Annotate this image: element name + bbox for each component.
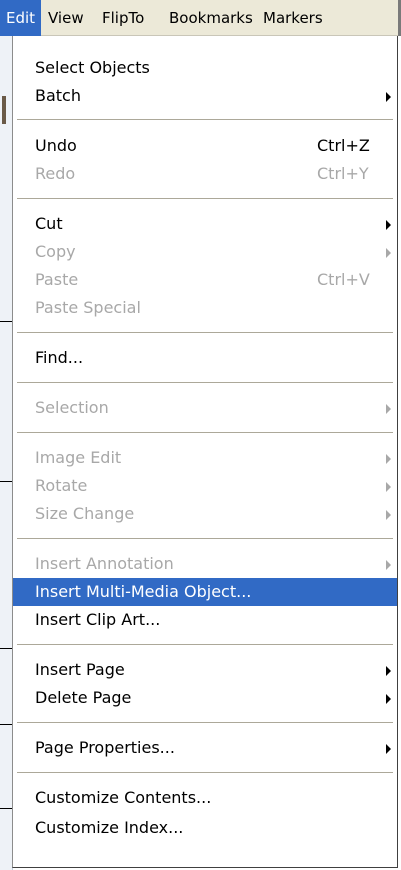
menu-item-label: Size Change (35, 504, 135, 523)
menu-item-label: Insert Annotation (35, 554, 174, 573)
background-tick (0, 808, 12, 809)
menu-item-cut[interactable]: Cut (13, 210, 397, 238)
menu-item-label: Insert Clip Art... (35, 610, 161, 629)
submenu-arrow-icon (386, 744, 391, 754)
menu-item-label: Insert Multi-Media Object... (35, 582, 252, 601)
menu-item-label: Find... (35, 348, 84, 367)
menu-item-rotate[interactable]: Rotate (13, 472, 397, 500)
menu-separator (17, 644, 393, 646)
menu-separator (17, 332, 393, 334)
menu-item-label: Rotate (35, 476, 88, 495)
background-mark (2, 96, 6, 124)
menu-item-image-edit[interactable]: Image Edit (13, 444, 397, 472)
menu-edit[interactable]: Edit (0, 0, 42, 36)
menu-item-label: Paste Special (35, 298, 141, 317)
menu-item-customize-index[interactable]: Customize Index... (13, 814, 397, 842)
menu-item-label: Page Properties... (35, 738, 175, 757)
menu-item-label: Delete Page (35, 688, 132, 707)
submenu-arrow-icon (386, 560, 391, 570)
menu-separator (17, 198, 393, 200)
menu-item-delete-page[interactable]: Delete Page (13, 684, 397, 712)
menu-flipto[interactable]: FlipTo (96, 0, 150, 36)
menu-item-find[interactable]: Find... (13, 344, 397, 372)
menu-bookmarks[interactable]: Bookmarks (163, 0, 259, 36)
submenu-arrow-icon (386, 454, 391, 464)
menu-separator (17, 772, 393, 774)
menu-item-selection[interactable]: Selection (13, 394, 397, 422)
edit-dropdown-menu: Select Objects Batch Undo Ctrl+Z Redo Ct… (12, 36, 398, 868)
menu-separator (17, 722, 393, 724)
background-tick (0, 724, 12, 725)
menu-item-insert-page[interactable]: Insert Page (13, 656, 397, 684)
submenu-arrow-icon (386, 404, 391, 414)
menu-view[interactable]: View (42, 0, 90, 36)
menu-item-label: Copy (35, 242, 76, 261)
background-tick (0, 321, 12, 322)
menu-item-label: Customize Contents... (35, 788, 212, 807)
submenu-arrow-icon (386, 220, 391, 230)
menu-item-insert-clip-art[interactable]: Insert Clip Art... (13, 606, 397, 634)
menu-item-insert-multimedia[interactable]: Insert Multi-Media Object... (13, 578, 397, 606)
menu-item-customize-contents[interactable]: Customize Contents... (13, 784, 397, 812)
menu-item-label: Cut (35, 214, 63, 233)
menu-item-label: Redo (35, 164, 76, 183)
menu-item-label: Batch (35, 86, 81, 105)
menu-separator (17, 432, 393, 434)
menu-item-insert-annotation[interactable]: Insert Annotation (13, 550, 397, 578)
submenu-arrow-icon (386, 92, 391, 102)
menu-item-label: Selection (35, 398, 109, 417)
menu-item-label: Select Objects (35, 58, 150, 77)
menu-item-label: Paste (35, 270, 79, 289)
menu-item-label: Undo (35, 136, 77, 155)
menu-item-batch[interactable]: Batch (13, 82, 397, 110)
menu-item-redo[interactable]: Redo Ctrl+Y (13, 160, 397, 188)
menu-item-page-properties[interactable]: Page Properties... (13, 734, 397, 762)
menu-item-undo[interactable]: Undo Ctrl+Z (13, 132, 397, 160)
submenu-arrow-icon (386, 694, 391, 704)
menu-item-shortcut: Ctrl+V (317, 270, 370, 289)
background-tick (0, 481, 12, 482)
menu-separator (17, 119, 393, 121)
menu-item-paste[interactable]: Paste Ctrl+V (13, 266, 397, 294)
menu-markers[interactable]: Markers (257, 0, 329, 36)
menu-item-size-change[interactable]: Size Change (13, 500, 397, 528)
menu-item-copy[interactable]: Copy (13, 238, 397, 266)
menu-item-shortcut: Ctrl+Y (317, 164, 369, 183)
submenu-arrow-icon (386, 666, 391, 676)
menu-separator (17, 382, 393, 384)
background-tick (0, 648, 12, 649)
menu-separator (17, 538, 393, 540)
menu-item-select-objects[interactable]: Select Objects (13, 54, 397, 82)
menu-item-label: Customize Index... (35, 818, 184, 837)
menu-item-label: Insert Page (35, 660, 125, 679)
menu-item-paste-special[interactable]: Paste Special (13, 294, 397, 322)
menu-item-label: Image Edit (35, 448, 122, 467)
submenu-arrow-icon (386, 248, 391, 258)
menu-bar: Edit View FlipTo Bookmarks Markers (0, 0, 401, 36)
menu-item-shortcut: Ctrl+Z (317, 136, 370, 155)
submenu-arrow-icon (386, 510, 391, 520)
submenu-arrow-icon (386, 482, 391, 492)
